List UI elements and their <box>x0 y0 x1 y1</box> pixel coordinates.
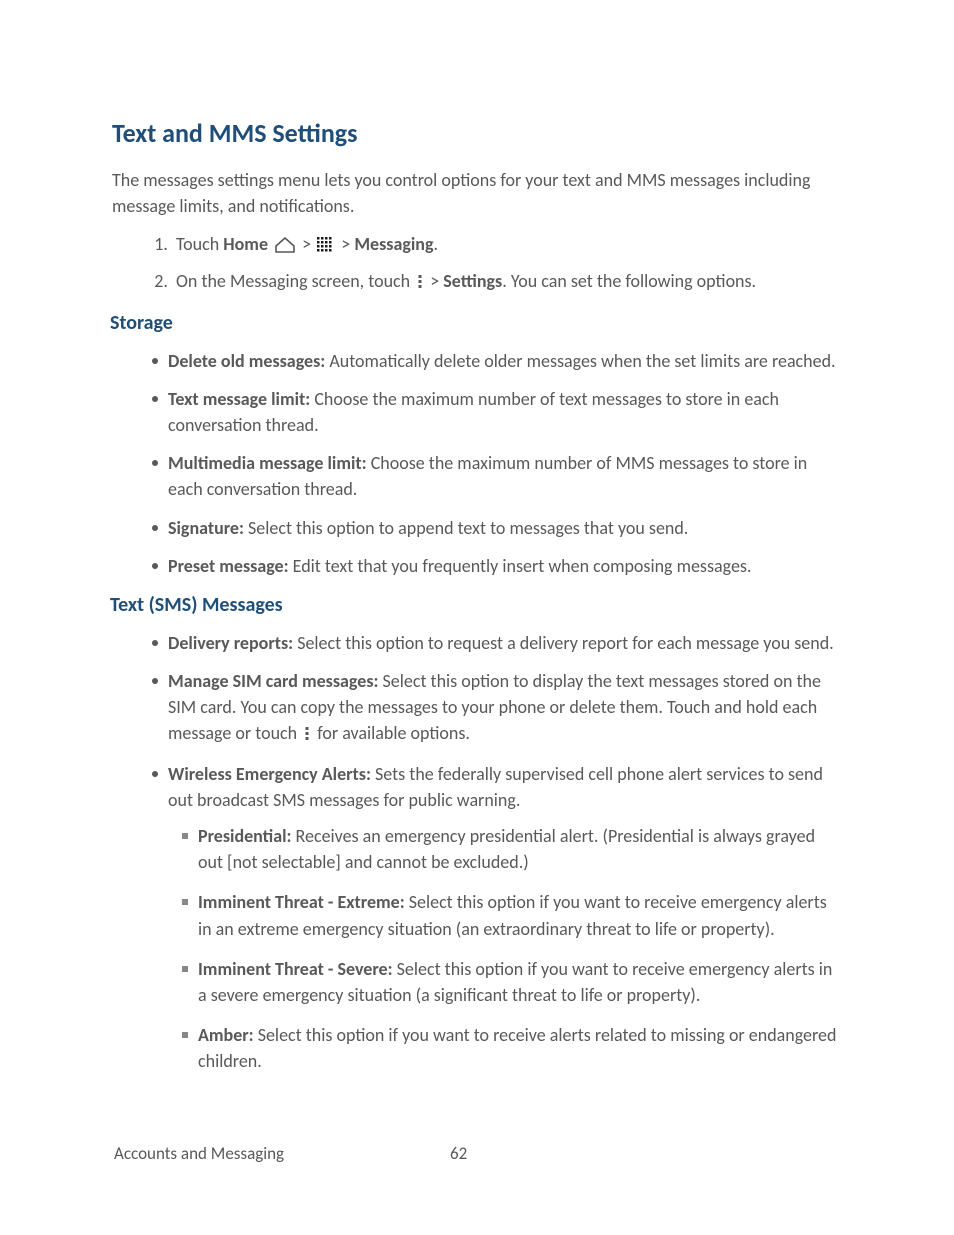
overflow-menu-icon <box>416 271 424 297</box>
list-item: Amber: Select this option if you want to… <box>198 1022 844 1074</box>
item-text-b: for available options. <box>313 722 470 744</box>
step-2-settings-label: Settings <box>443 270 502 292</box>
item-label: Imminent Threat - Severe: <box>198 958 393 980</box>
step-1-text-prefix: Touch <box>176 233 223 255</box>
step-1-end: . <box>434 233 439 255</box>
list-item: Signature: Select this option to append … <box>168 515 844 541</box>
step-1-home-label: Home <box>223 233 268 255</box>
item-text: Select this option to request a delivery… <box>293 632 834 654</box>
page-title: Text and MMS Settings <box>112 115 844 153</box>
sms-heading: Text (SMS) Messages <box>110 591 844 620</box>
list-item: Delivery reports: Select this option to … <box>168 630 844 656</box>
apps-grid-icon <box>317 234 335 260</box>
list-item: Delete old messages: Automatically delet… <box>168 348 844 374</box>
item-text: Select this option to append text to mes… <box>244 517 688 539</box>
document-page: Text and MMS Settings The messages setti… <box>0 0 954 1235</box>
item-text: Receives an emergency presidential alert… <box>198 825 815 873</box>
step-2: On the Messaging screen, touch > Setting… <box>172 268 844 297</box>
item-label: Delivery reports: <box>168 632 293 654</box>
item-text: Automatically delete older messages when… <box>325 350 835 372</box>
step-1-sep1: > <box>298 233 315 255</box>
step-1: Touch Home > > Messaging. <box>172 231 844 260</box>
item-label: Wireless Emergency Alerts: <box>168 763 371 785</box>
item-label: Preset message: <box>168 555 289 577</box>
sms-list: Delivery reports: Select this option to … <box>112 630 844 1074</box>
item-text: Select this option if you want to receiv… <box>198 1024 836 1072</box>
item-label: Manage SIM card messages: <box>168 670 378 692</box>
footer-page-number: 62 <box>450 1142 467 1167</box>
list-item: Text message limit: Choose the maximum n… <box>168 386 844 438</box>
item-label: Amber: <box>198 1024 254 1046</box>
item-label: Delete old messages: <box>168 350 325 372</box>
item-label: Presidential: <box>198 825 291 847</box>
storage-heading: Storage <box>110 309 844 338</box>
home-icon <box>274 234 296 260</box>
overflow-menu-icon <box>303 723 311 749</box>
list-item: Multimedia message limit: Choose the max… <box>168 450 844 502</box>
intro-paragraph: The messages settings menu lets you cont… <box>112 167 844 219</box>
list-item: Presidential: Receives an emergency pres… <box>198 823 844 875</box>
item-label: Imminent Threat - Extreme: <box>198 891 405 913</box>
footer-section-label: Accounts and Messaging <box>114 1142 284 1167</box>
list-item: Preset message: Edit text that you frequ… <box>168 553 844 579</box>
item-text: Edit text that you frequently insert whe… <box>289 555 752 577</box>
step-2-text-prefix: On the Messaging screen, touch <box>176 270 414 292</box>
step-2-end: . You can set the following options. <box>502 270 756 292</box>
step-2-sep: > <box>426 270 443 292</box>
wea-sublist: Presidential: Receives an emergency pres… <box>168 823 844 1074</box>
item-label: Multimedia message limit: <box>168 452 367 474</box>
list-item: Manage SIM card messages: Select this op… <box>168 668 844 749</box>
item-label: Signature: <box>168 517 244 539</box>
storage-list: Delete old messages: Automatically delet… <box>112 348 844 579</box>
list-item: Imminent Threat - Severe: Select this op… <box>198 956 844 1008</box>
list-item: Wireless Emergency Alerts: Sets the fede… <box>168 761 844 1074</box>
step-1-messaging-label: Messaging <box>354 233 433 255</box>
list-item: Imminent Threat - Extreme: Select this o… <box>198 889 844 941</box>
step-1-sep2: > <box>337 233 354 255</box>
item-label: Text message limit: <box>168 388 310 410</box>
steps-list: Touch Home > > Messaging. On the Messagi… <box>112 231 844 297</box>
page-footer: Accounts and Messaging 62 <box>114 1142 844 1167</box>
